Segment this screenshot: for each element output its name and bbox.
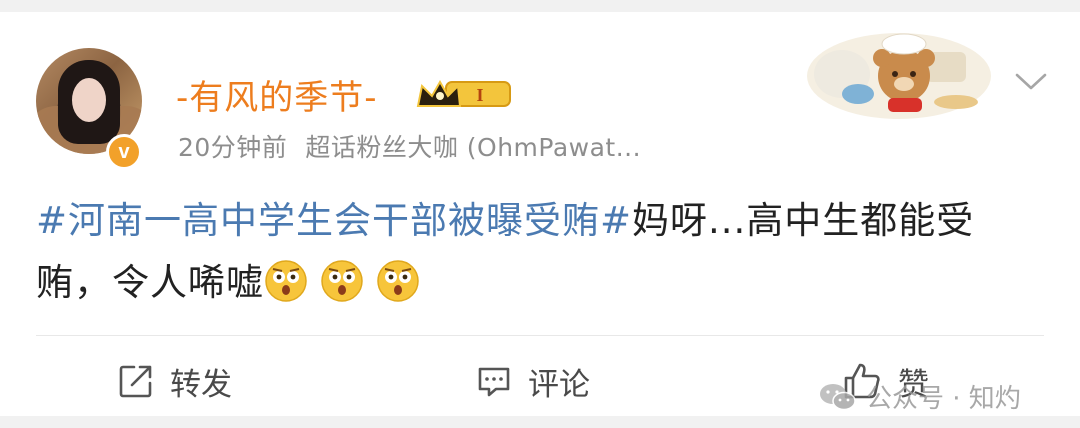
- avatar-face: [72, 78, 106, 122]
- repost-label: 转发: [170, 366, 232, 403]
- weibo-post-card: v -有风的季节- I 20分钟前 超话粉丝大咖 (OhmPawat... #河南…: [0, 12, 1080, 416]
- wechat-icon: [820, 383, 856, 410]
- username[interactable]: -有风的季节-: [176, 70, 378, 119]
- hashtag-link[interactable]: #河南一高中学生会干部被曝受贿#: [36, 199, 632, 242]
- expand-chevron-icon[interactable]: [1014, 70, 1048, 94]
- comment-icon: [478, 367, 510, 397]
- astonished-emoji-icon: [377, 260, 419, 302]
- post-meta: 20分钟前 超话粉丝大咖 (OhmPawat...: [178, 128, 641, 164]
- watermark-text: 公众号 · 知灼: [866, 384, 1021, 414]
- watermark: 公众号 · 知灼: [818, 378, 1021, 415]
- comment-label: 评论: [528, 366, 590, 403]
- repost-icon: [119, 365, 152, 398]
- crown-badge-icon[interactable]: I: [414, 76, 514, 112]
- astonished-emoji-icon: [321, 260, 363, 302]
- bear-decoration-icon: [807, 33, 991, 119]
- post-content: #河南一高中学生会干部被曝受贿#妈呀...高中生都能受贿，令人唏嘘: [36, 190, 1046, 314]
- divider: [36, 335, 1044, 336]
- repost-button[interactable]: 转发: [118, 359, 232, 403]
- post-source[interactable]: 超话粉丝大咖 (OhmPawat...: [305, 133, 641, 162]
- comment-button[interactable]: 评论: [476, 359, 590, 403]
- astonished-emoji-icon: [265, 260, 307, 302]
- level-badge-text: I: [476, 85, 483, 105]
- verified-badge: v: [106, 134, 142, 170]
- post-time: 20分钟前: [178, 133, 288, 162]
